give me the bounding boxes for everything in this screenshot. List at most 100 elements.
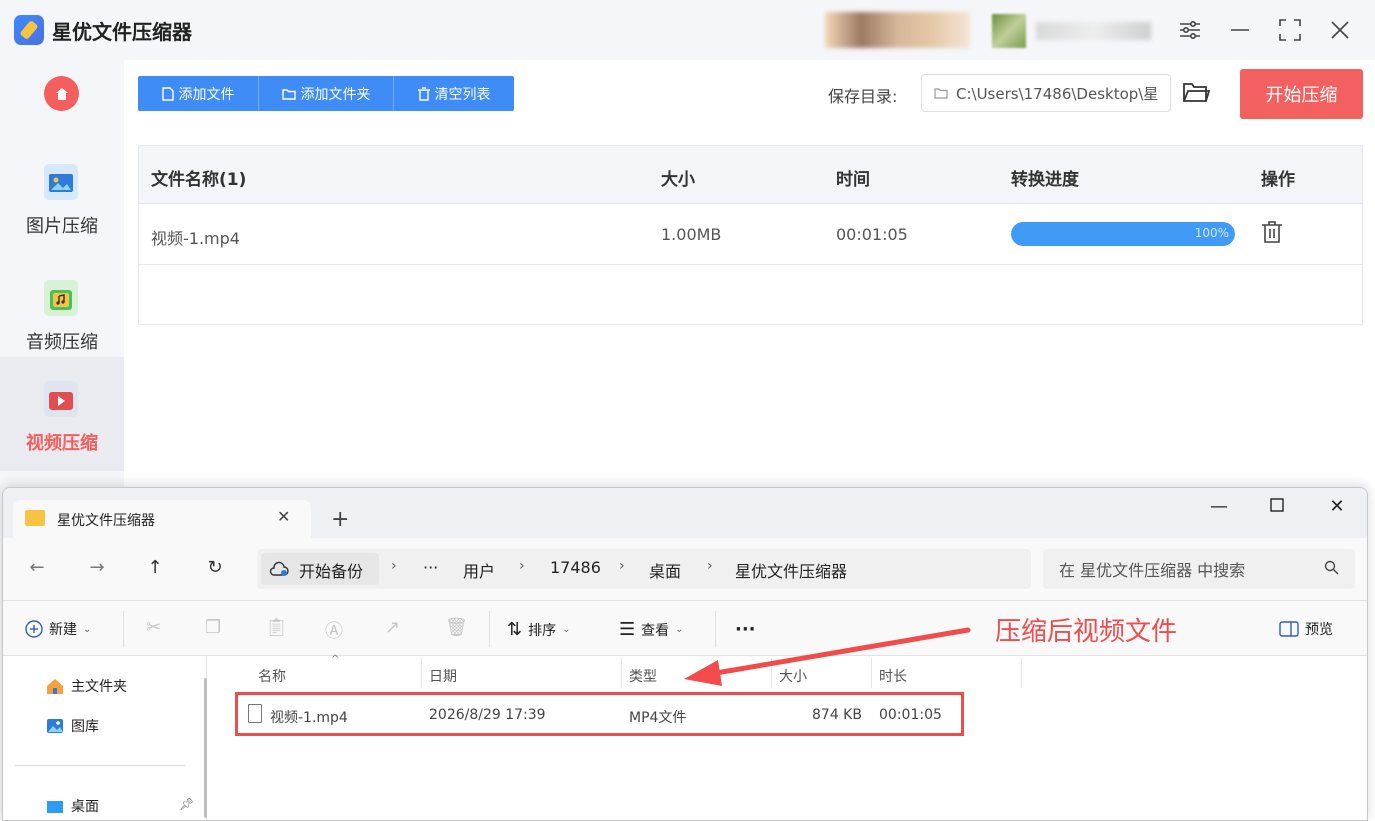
title-bar: 星优文件压缩器 <box>0 0 1375 60</box>
minimize-icon[interactable] <box>1225 15 1255 45</box>
sidebar-item-label: 音频压缩 <box>26 332 98 353</box>
column-divider[interactable] <box>421 658 422 688</box>
col-filename: 文件名称(1) <box>151 170 247 190</box>
blurred-avatar <box>825 12 970 48</box>
progress-text: 100% <box>1194 226 1229 240</box>
nav-item-gallery[interactable]: 图库 <box>45 716 99 736</box>
col-type[interactable]: 类型 <box>629 666 657 686</box>
column-divider[interactable] <box>871 658 872 688</box>
toolbar: 添加文件 添加文件夹 清空列表 <box>138 76 514 111</box>
crumb-17486[interactable]: 17486 <box>550 558 601 577</box>
backup-chip[interactable]: 开始备份 <box>261 553 379 585</box>
save-dir-label: 保存目录: <box>828 87 898 106</box>
file-icon <box>248 704 262 723</box>
back-arrow-icon[interactable]: ← <box>25 557 49 578</box>
col-time: 时间 <box>836 170 870 190</box>
sort-button[interactable]: ⇅ 排序 ⌄ <box>507 619 570 640</box>
col-name[interactable]: 名称 <box>258 666 286 686</box>
nav-item-label: 图库 <box>71 719 99 735</box>
column-divider[interactable] <box>1021 658 1022 688</box>
col-duration[interactable]: 时长 <box>879 666 907 686</box>
plus-circle-icon <box>25 620 43 638</box>
col-size[interactable]: 大小 <box>779 666 807 686</box>
refresh-icon[interactable]: ↻ <box>203 557 227 578</box>
maximize-icon[interactable] <box>1275 15 1305 45</box>
add-folder-button[interactable]: 添加文件夹 <box>259 76 394 111</box>
start-compress-button[interactable]: 开始压缩 <box>1240 69 1363 119</box>
more-options-button[interactable]: ··· <box>735 619 756 640</box>
close-icon[interactable] <box>1325 15 1355 45</box>
sort-icon: ⇅ <box>507 619 523 640</box>
new-button[interactable]: 新建 ⌄ <box>25 619 91 639</box>
preview-button[interactable]: 预览 <box>1279 619 1333 639</box>
save-dir-field[interactable]: C:\Users\17486\Desktop\星 <box>921 74 1171 112</box>
crumb-app-folder[interactable]: 星优文件压缩器 <box>735 558 847 582</box>
copy-icon[interactable]: ❐ <box>205 617 221 638</box>
file-date: 2026/8/29 17:39 <box>429 707 546 723</box>
maximize-icon[interactable] <box>1265 496 1289 517</box>
clear-list-label: 清空列表 <box>434 86 491 103</box>
column-divider[interactable] <box>771 658 772 688</box>
forward-arrow-icon[interactable]: → <box>85 557 109 578</box>
folder-icon <box>934 88 948 99</box>
share-icon[interactable]: ↗ <box>385 617 400 638</box>
col-action: 操作 <box>1261 170 1295 190</box>
nav-item-label: 桌面 <box>71 799 99 815</box>
save-dir-path: C:\Users\17486\Desktop\星 <box>956 84 1159 103</box>
nav-scrollbar[interactable] <box>204 678 207 818</box>
blurred-user-icon <box>992 14 1026 48</box>
home-icon[interactable] <box>44 76 79 111</box>
browse-folder-icon[interactable] <box>1182 80 1211 106</box>
address-ellipsis[interactable]: ··· <box>423 558 438 577</box>
paste-icon[interactable]: 📋︎ <box>265 617 288 638</box>
sidebar-item-audio[interactable]: 音频压缩 <box>0 256 124 370</box>
app-logo-icon <box>14 15 44 45</box>
new-tab-icon[interactable]: + <box>331 507 349 532</box>
nav-item-desktop[interactable]: 桌面 <box>45 796 99 816</box>
view-icon: ☰ <box>619 619 636 640</box>
file-row-highlighted[interactable]: 视频-1.mp4 2026/8/29 17:39 MP4文件 874 KB 00… <box>235 692 964 736</box>
close-icon[interactable]: ✕ <box>1325 496 1349 517</box>
explorer-tab-title: 星优文件压缩器 <box>57 513 155 529</box>
search-placeholder: 在 星优文件压缩器 中搜索 <box>1059 561 1246 580</box>
search-box[interactable]: 在 星优文件压缩器 中搜索 <box>1043 549 1355 589</box>
table-row[interactable]: 视频-1.mp4 1.00MB 00:01:05 100% <box>139 204 1362 265</box>
chevron-right-icon: › <box>619 558 625 574</box>
delete-row-icon[interactable] <box>1261 220 1285 246</box>
file-type: MP4文件 <box>629 710 687 726</box>
minimize-icon[interactable]: — <box>1207 496 1231 517</box>
add-file-label: 添加文件 <box>178 86 235 103</box>
up-arrow-icon[interactable]: ↑ <box>143 557 167 578</box>
col-date[interactable]: 日期 <box>429 666 457 686</box>
new-label: 新建 <box>49 622 77 638</box>
col-progress: 转换进度 <box>1011 170 1079 190</box>
address-bar[interactable]: 开始备份 › ··· 用户 › 17486 › 桌面 › 星优文件压缩器 <box>257 549 1031 589</box>
crumb-desktop[interactable]: 桌面 <box>649 558 681 582</box>
divider <box>715 611 716 647</box>
file-name: 视频-1.mp4 <box>270 710 348 726</box>
nav-item-home[interactable]: 主文件夹 <box>45 676 127 696</box>
column-divider[interactable] <box>621 658 622 688</box>
file-icon <box>161 86 174 101</box>
add-file-button[interactable]: 添加文件 <box>138 76 259 111</box>
chevron-down-icon: ⌄ <box>562 624 571 635</box>
cut-icon[interactable]: ✂ <box>146 617 161 638</box>
delete-icon[interactable]: 🗑︎ <box>445 617 468 638</box>
settings-sliders-icon[interactable] <box>1175 15 1205 45</box>
close-tab-icon[interactable]: ✕ <box>277 507 290 526</box>
view-label: 查看 <box>641 622 670 639</box>
sidebar-item-video[interactable]: 视频压缩 <box>0 357 124 471</box>
clear-list-button[interactable]: 清空列表 <box>394 76 514 111</box>
rename-icon[interactable]: Ⓐ <box>325 617 343 643</box>
table-header: 文件名称(1) 大小 时间 转换进度 操作 <box>139 146 1362 204</box>
pin-icon[interactable]: 📌︎ <box>179 797 194 811</box>
chevron-right-icon: › <box>519 558 525 574</box>
chevron-down-icon: ⌄ <box>675 624 684 635</box>
file-explorer-window: 星优文件压缩器 ✕ + — ✕ ← → ↑ ↻ 开始备份 › ··· 用户 › … <box>2 487 1368 821</box>
explorer-tab[interactable]: 星优文件压缩器 ✕ <box>13 500 311 538</box>
explorer-body: 主文件夹 图库 桌面 📌︎ 名称 ^ 日期 类型 大小 时长 视频-1.mp4 … <box>3 654 1367 820</box>
sidebar-item-image[interactable]: 图片压缩 <box>0 140 124 254</box>
nav-item-label: 主文件夹 <box>71 679 127 695</box>
crumb-users[interactable]: 用户 <box>463 558 495 582</box>
view-button[interactable]: ☰ 查看 ⌄ <box>619 619 684 640</box>
